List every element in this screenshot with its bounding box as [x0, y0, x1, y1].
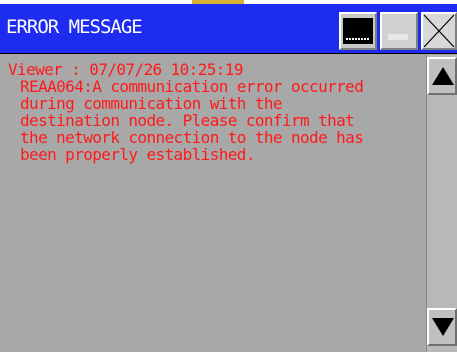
- scroll-track[interactable]: [427, 97, 457, 307]
- error-message-window: ERROR MESSAGE Viewer : 07/07/26 10:25:19…: [0, 0, 457, 352]
- window-title: ERROR MESSAGE: [6, 16, 143, 38]
- message-line: destination node. Please confirm that: [20, 111, 355, 130]
- minimize-icon: [343, 18, 373, 44]
- close-button[interactable]: [421, 12, 457, 50]
- message-header: Viewer : 07/07/26 10:25:19: [8, 60, 243, 79]
- title-bar: ERROR MESSAGE: [0, 4, 457, 54]
- vertical-scrollbar[interactable]: [426, 55, 457, 352]
- restore-icon: [388, 34, 408, 40]
- message-line: REAA064:A communication error occurred: [20, 77, 364, 96]
- message-area: Viewer : 07/07/26 10:25:19 REAA064:A com…: [0, 55, 426, 352]
- restore-button[interactable]: [380, 12, 418, 50]
- arrow-up-icon: [432, 67, 454, 85]
- message-line: been properly established.: [20, 145, 255, 164]
- minimize-button[interactable]: [339, 12, 377, 50]
- scroll-down-button[interactable]: [427, 308, 457, 346]
- scroll-up-button[interactable]: [427, 57, 457, 95]
- message-line: the network connection to the node has: [20, 128, 364, 147]
- close-icon: [423, 14, 455, 48]
- message-line: during communication with the: [20, 94, 283, 113]
- arrow-down-icon: [432, 318, 454, 336]
